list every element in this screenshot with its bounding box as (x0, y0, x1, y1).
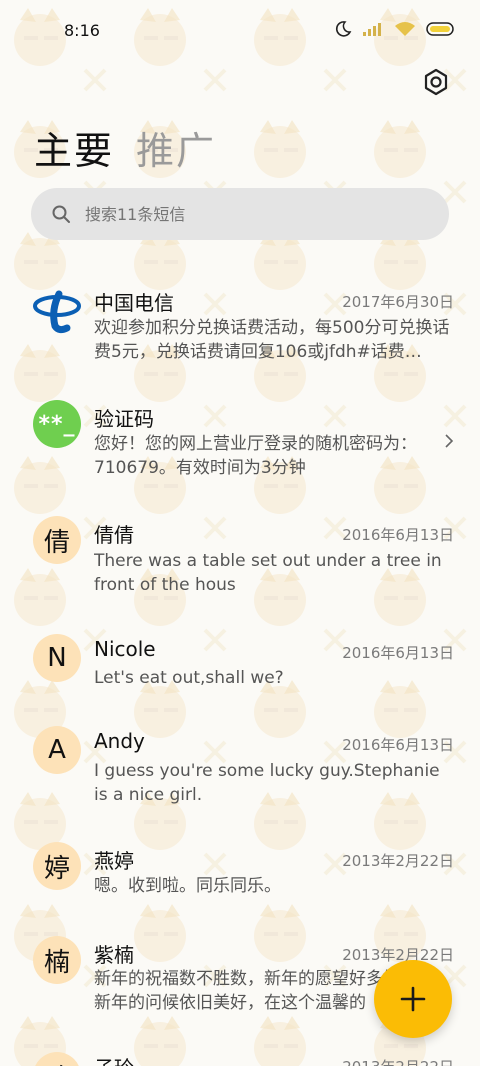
tab-promotions[interactable]: 推广 (136, 120, 216, 175)
contact-avatar: 楠 (33, 936, 81, 984)
conversation-name: 验证码 (94, 407, 154, 431)
conversation-item[interactable]: A Andy 2016年6月13日 I guess you're some lu… (0, 722, 480, 822)
conversation-item[interactable]: N Nicole 2016年6月13日 Let's eat out,shall … (0, 630, 480, 710)
search-bar[interactable] (31, 188, 449, 240)
conversation-item[interactable]: 玲 子玲 2013年2月22日 (0, 1050, 480, 1066)
conversation-date: 2016年6月13日 (342, 736, 454, 754)
conversation-name: 燕婷 (94, 849, 134, 873)
contact-avatar: N (33, 634, 81, 682)
china-telecom-logo (33, 286, 81, 334)
conversation-date: 2016年6月13日 (342, 644, 454, 662)
conversation-date: 2013年2月22日 (342, 852, 454, 870)
conversation-preview: I guess you're some lucky guy.Stephanie … (94, 761, 440, 805)
conversation-item[interactable]: 中国电信 2017年6月30日 欢迎参加积分兑换话费活动，每500分可兑换话费5… (0, 278, 480, 378)
new-message-button[interactable] (374, 960, 452, 1038)
conversation-date: 2017年6月30日 (342, 293, 454, 311)
conversation-item[interactable]: **_ 验证码 您好！您的网上营业厅登录的随机密码为：710679。有效时间为3… (0, 396, 480, 496)
search-input[interactable] (83, 203, 407, 225)
conversation-name: 紫楠 (94, 943, 134, 967)
moon-icon (335, 21, 352, 37)
status-time: 8:16 (64, 21, 100, 40)
conversation-preview: 嗯。收到啦。同乐同乐。 (94, 876, 281, 896)
contact-avatar: A (33, 726, 81, 774)
chevron-right-icon[interactable] (442, 434, 456, 448)
conversation-date: 2016年6月13日 (342, 526, 454, 544)
gear-icon[interactable] (422, 68, 450, 96)
status-bar: 8:16 (0, 0, 480, 60)
conversation-preview: There was a table set out under a tree i… (94, 551, 442, 595)
verification-code-avatar: **_ (33, 400, 81, 448)
wifi-icon (395, 22, 415, 36)
conversation-name: 子玲 (94, 1052, 134, 1066)
conversation-item[interactable]: 婷 燕婷 2013年2月22日 嗯。收到啦。同乐同乐。 (0, 840, 480, 920)
tab-primary[interactable]: 主要 (34, 120, 114, 175)
status-icons (334, 20, 456, 38)
contact-avatar: 倩 (33, 516, 81, 564)
search-icon (52, 205, 70, 223)
conversation-date: 2013年2月22日 (342, 1056, 454, 1066)
conversation-item[interactable]: 倩 倩倩 2016年6月13日 There was a table set ou… (0, 512, 480, 612)
conversation-name: 倩倩 (94, 523, 134, 547)
plus-icon (400, 986, 426, 1012)
conversation-name: Nicole (94, 637, 156, 661)
tab-bar: 主要 推广 (34, 120, 216, 175)
conversation-preview: 欢迎参加积分兑换话费活动，每500分可兑换话费5元，兑换话费请回复106或jfd… (94, 318, 450, 362)
conversation-preview: 您好！您的网上营业厅登录的随机密码为：710679。有效时间为3分钟 (94, 434, 417, 478)
contact-avatar: 玲 (33, 1052, 81, 1066)
signal-icon (363, 23, 381, 36)
battery-icon (426, 22, 454, 36)
contact-avatar: 婷 (33, 842, 81, 890)
conversation-name: Andy (94, 729, 145, 753)
conversation-name: 中国电信 (94, 291, 174, 315)
conversation-preview: Let's eat out,shall we? (94, 668, 284, 688)
